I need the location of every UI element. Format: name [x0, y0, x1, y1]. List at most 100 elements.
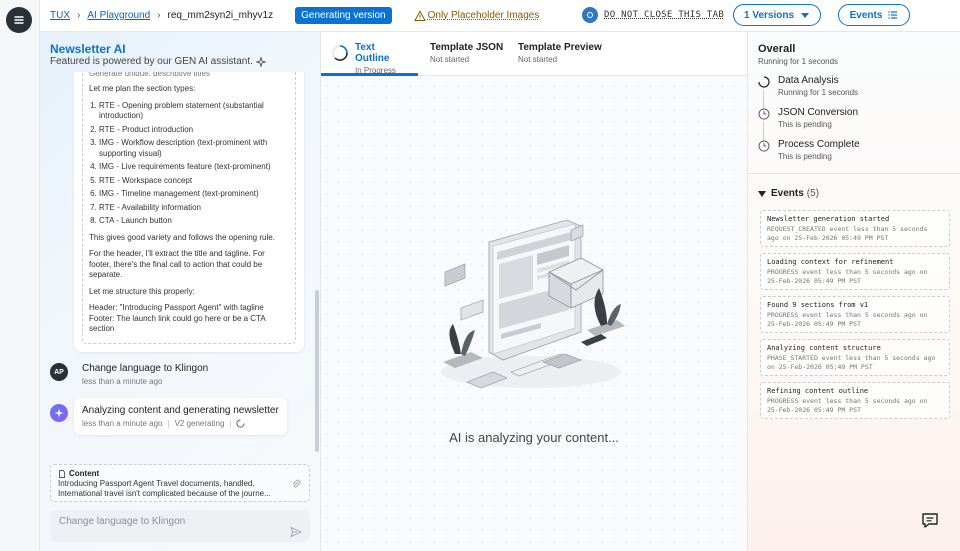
tab-status: In Progress [355, 66, 396, 75]
events-button[interactable]: Events [838, 4, 910, 26]
events-label: Events [771, 188, 804, 199]
send-icon[interactable] [290, 526, 302, 538]
tab-status: Not started [430, 55, 470, 64]
breadcrumb-ai-playground[interactable]: AI Playground [87, 10, 150, 21]
breadcrumb-tux[interactable]: TUX [50, 10, 70, 21]
event-card: Newsletter generation started REQUEST_CR… [760, 210, 950, 247]
meta-divider: | [167, 419, 170, 428]
timestamp: less than a minute ago [82, 419, 163, 428]
top-bar: TUX › AI Playground › req_mm2syn2i_mhyv1… [40, 0, 960, 32]
message-meta: less than a minute ago | V2 generating | [82, 419, 279, 428]
placeholder-warning-text: Only Placeholder Images [427, 10, 540, 21]
list-item: CTA - Launch button [99, 216, 289, 227]
event-card: Found 9 sections from v1 PROGRESS event … [760, 296, 950, 333]
main-canvas: Text Outline In Progress Template JSON N… [321, 32, 747, 551]
tab-status: Not started [518, 55, 558, 64]
tab-label: Text Outline [355, 42, 390, 64]
warning-icon [413, 9, 426, 21]
reasoning-intro: Let me plan the section types: [89, 84, 196, 93]
newsletter-ai-panel: Newsletter AI Featured is powered by our… [40, 32, 321, 551]
event-title: Newsletter generation started [767, 215, 890, 223]
panel-divider [748, 173, 960, 174]
event-detail: PROGRESS event less than 5 seconds ago o… [767, 311, 928, 328]
event-card: Refining content outline PROGRESS event … [760, 382, 950, 419]
reasoning-box: Generate unique, descriptive titles Let … [82, 72, 296, 344]
analyzing-status: AI is analyzing your content... [449, 430, 619, 445]
document-icon [59, 469, 65, 478]
event-title: Found 9 sections from v1 [767, 301, 869, 309]
event-detail: PROGRESS event less than 5 seconds ago o… [767, 268, 928, 285]
version-status: V2 generating [174, 419, 225, 428]
events-button-label: Events [849, 9, 883, 21]
user-message: AP Change language to Klingon less than … [50, 363, 208, 386]
events-count: (5) [806, 188, 820, 199]
menu-button[interactable] [6, 7, 32, 33]
step-text: Process Complete This is pending [778, 139, 860, 161]
chat-scroll-area[interactable]: Generate unique, descriptive titles Let … [40, 72, 321, 454]
tab-bar: Text Outline In Progress Template JSON N… [321, 32, 747, 76]
list-item: IMG - Live requirements feature (text-pr… [99, 162, 289, 173]
event-detail: PROGRESS event less than 5 seconds ago o… [767, 397, 928, 414]
reasoning-paragraph: Let me structure this properly: [89, 286, 195, 296]
content-attachment: Content Introducing Passport Agent Trave… [50, 464, 310, 502]
spinner-icon [332, 45, 348, 61]
left-rail [0, 0, 40, 551]
sparkle-icon [54, 408, 64, 418]
content-label-text: Content [69, 469, 100, 478]
breadcrumb-separator: › [157, 10, 161, 21]
event-card: Loading context for refinement PROGRESS … [760, 253, 950, 290]
reasoning-paragraph: Header: "Introducing Passport Agent" wit… [89, 303, 266, 333]
status-dot-icon [582, 7, 598, 23]
tab-text-outline[interactable]: Text Outline In Progress [321, 32, 418, 76]
step-text: JSON Conversion This is pending [778, 107, 858, 129]
tab-label: Template JSON [430, 42, 504, 53]
list-icon [888, 11, 898, 19]
avatar: AP [50, 363, 68, 381]
placeholder-warning[interactable]: Only Placeholder Images [413, 9, 540, 22]
reasoning-paragraph: For the header, I'll extract the title a… [89, 249, 265, 279]
tab-template-preview[interactable]: Template Preview Not started [510, 32, 610, 76]
list-item: RTE - Product introduction [99, 125, 289, 136]
event-title: Refining content outline [767, 387, 869, 395]
message-time: less than a minute ago [82, 377, 208, 386]
paperclip-icon[interactable] [291, 479, 301, 489]
content-line: International travel isn't complicated b… [58, 489, 271, 498]
clock-icon [758, 140, 770, 152]
chat-input[interactable]: Change language to Klingon [50, 510, 310, 542]
overall-subtitle: Running for 1 seconds [758, 57, 839, 66]
generating-badge: Generating version [295, 7, 392, 24]
message-text: Change language to Klingon [82, 363, 209, 374]
overall-title: Overall [758, 43, 796, 55]
tab-template-json[interactable]: Template JSON Not started [422, 32, 511, 76]
panel-title: Newsletter AI [50, 42, 126, 56]
clock-icon [758, 108, 770, 120]
versions-label: 1 Versions [743, 9, 795, 21]
event-card: Analyzing content structure PHASE_STARTE… [760, 339, 950, 376]
event-detail: PHASE_STARTED event less than 5 seconds … [767, 354, 936, 371]
timestamp: less than a minute ago [82, 377, 163, 386]
reasoning-cut-line: Generate unique, descriptive titles [89, 72, 289, 76]
step-title: Data Analysis [778, 75, 839, 86]
caret-down-icon [758, 190, 766, 197]
step-status: This is pending [778, 120, 832, 129]
menu-icon [14, 16, 24, 24]
chat-scrollbar[interactable] [315, 290, 319, 452]
step-title: Process Complete [778, 139, 860, 150]
content-label: Content [58, 469, 302, 478]
spinner-icon [236, 419, 246, 428]
step-text: Data Analysis Running for 1 seconds [778, 75, 858, 97]
list-item: IMG - Timeline management (text-prominen… [99, 189, 289, 200]
feedback-icon[interactable] [920, 511, 940, 531]
sparkle-icon [255, 56, 266, 67]
reasoning-bubble: Generate unique, descriptive titles Let … [74, 72, 304, 352]
versions-button[interactable]: 1 Versions [733, 4, 821, 26]
event-title: Loading context for refinement [767, 258, 894, 266]
events-toggle[interactable]: Events (5) [758, 188, 819, 199]
newsletter-illustration [441, 219, 625, 389]
content-preview: Introducing Passport Agent Travel docume… [58, 479, 290, 499]
progress-panel: Overall Running for 1 seconds Data Analy… [747, 32, 960, 551]
step-status: Running for 1 seconds [778, 88, 859, 97]
tab-label: Template Preview [518, 42, 602, 53]
meta-divider: | [229, 419, 232, 428]
step-json-conversion: JSON Conversion This is pending [758, 107, 858, 129]
